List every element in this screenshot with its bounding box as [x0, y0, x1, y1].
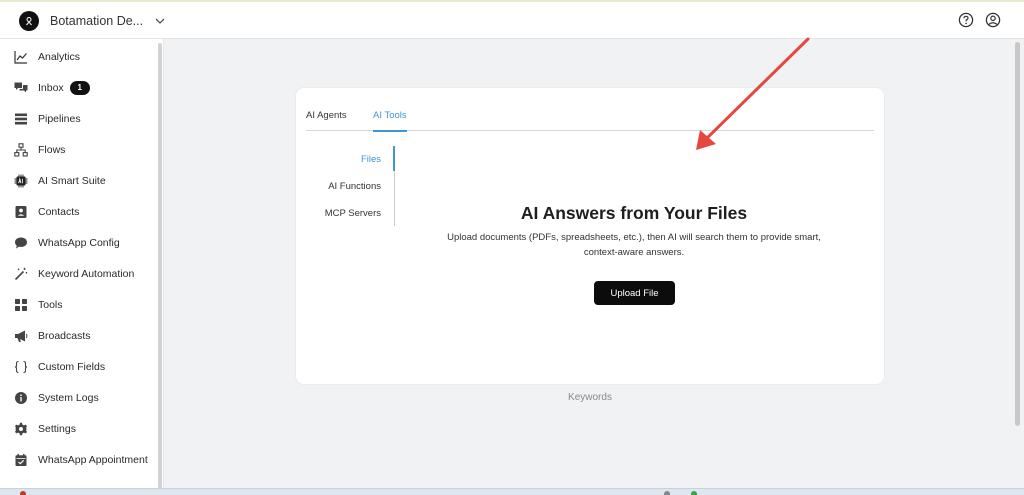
braces-icon — [14, 360, 28, 374]
chevron-down-icon[interactable] — [155, 18, 165, 24]
org-logo-icon — [19, 11, 39, 31]
sidebar-item-label: Broadcasts — [38, 329, 91, 342]
org-name: Botamation De... — [50, 14, 144, 28]
sidebar-item-label: Pipelines — [38, 112, 81, 125]
sidebar-item-system-logs[interactable]: System Logs — [0, 382, 158, 413]
sidebar-item-label: WhatsApp Config — [38, 236, 120, 249]
keywords-link[interactable]: Keywords — [540, 392, 640, 403]
subnav-active-indicator — [393, 146, 395, 171]
flow-icon — [14, 142, 28, 157]
grid-icon — [14, 298, 28, 312]
sidebar-item-label: Inbox — [38, 81, 64, 94]
sidebar-item-analytics[interactable]: Analytics — [0, 41, 158, 72]
upload-file-button[interactable]: Upload File — [594, 281, 675, 305]
info-icon — [14, 391, 28, 405]
sidebar-item-ai-smart-suite[interactable]: AI Smart Suite — [0, 165, 158, 196]
calendar-check-icon — [14, 453, 28, 467]
sidebar-item-label: Analytics — [38, 50, 81, 63]
sidebar-item-label: Keyword Automation — [38, 267, 135, 280]
sidebar-item-custom-fields[interactable]: Custom Fields — [0, 351, 158, 382]
sidebar-item-label: Settings — [38, 422, 76, 435]
top-bar: Botamation De... — [0, 0, 1024, 39]
sidebar-item-inbox[interactable]: Inbox 1 — [0, 72, 158, 103]
sidebar: Analytics Inbox 1 Pipelines Flows AI Sma… — [0, 39, 164, 495]
inbox-count-badge: 1 — [69, 80, 90, 95]
sidebar-item-label: Contacts — [38, 205, 80, 218]
ai-chip-icon — [14, 174, 28, 188]
gear-icon — [14, 422, 28, 436]
sidebar-item-label: AI Smart Suite — [38, 174, 106, 187]
subnav-item-files[interactable]: Files — [361, 154, 381, 165]
sidebar-item-pipelines[interactable]: Pipelines — [0, 103, 158, 134]
sidebar-item-label: Tools — [38, 298, 63, 311]
help-icon[interactable] — [958, 12, 974, 28]
empty-state-title: AI Answers from Your Files — [520, 203, 748, 223]
org-switcher[interactable]: Botamation De... — [19, 10, 165, 32]
tab-ai-tools[interactable]: AI Tools — [373, 110, 407, 132]
chat-icon — [14, 81, 28, 95]
sidebar-item-whatsapp-config[interactable]: WhatsApp Config — [0, 227, 158, 258]
contact-card-icon — [14, 205, 28, 219]
sidebar-item-keyword-automation[interactable]: Keyword Automation — [0, 258, 158, 289]
sidebar-item-tools[interactable]: Tools — [0, 289, 158, 320]
annotation-arrow-icon — [696, 37, 810, 150]
subnav-item-ai-functions[interactable]: AI Functions — [328, 181, 381, 192]
sidebar-item-label: Custom Fields — [38, 360, 106, 373]
empty-state-description: Upload documents (PDFs, spreadsheets, et… — [447, 232, 821, 258]
sidebar-item-broadcasts[interactable]: Broadcasts — [0, 320, 158, 351]
subnav-item-mcp-servers[interactable]: MCP Servers — [325, 208, 381, 219]
user-icon[interactable] — [985, 12, 1001, 28]
magic-wand-icon — [14, 267, 28, 281]
sidebar-item-whatsapp-appointment[interactable]: WhatsApp Appointment — [0, 444, 158, 475]
pipeline-icon — [14, 112, 28, 126]
sidebar-item-flows[interactable]: Flows — [0, 134, 158, 165]
page-scrollbar[interactable] — [1015, 42, 1020, 426]
speech-bubble-icon — [14, 236, 28, 250]
ai-tools-subnav: Files AI Functions MCP Servers — [296, 146, 395, 226]
taskbar-app-icon[interactable] — [691, 491, 697, 495]
taskbar — [0, 488, 1024, 495]
taskbar-app-icon[interactable] — [664, 491, 670, 495]
taskbar-app-icon[interactable] — [20, 491, 26, 495]
megaphone-icon — [14, 329, 28, 343]
sidebar-item-label: Flows — [38, 143, 66, 156]
sidebar-item-label: WhatsApp Appointment — [38, 453, 148, 466]
chart-line-icon — [14, 50, 28, 64]
sidebar-item-settings[interactable]: Settings — [0, 413, 158, 444]
sidebar-item-contacts[interactable]: Contacts — [0, 196, 158, 227]
tab-ai-agents[interactable]: AI Agents — [306, 110, 347, 131]
sidebar-scrollbar[interactable] — [158, 43, 162, 495]
sidebar-item-label: System Logs — [38, 391, 99, 404]
